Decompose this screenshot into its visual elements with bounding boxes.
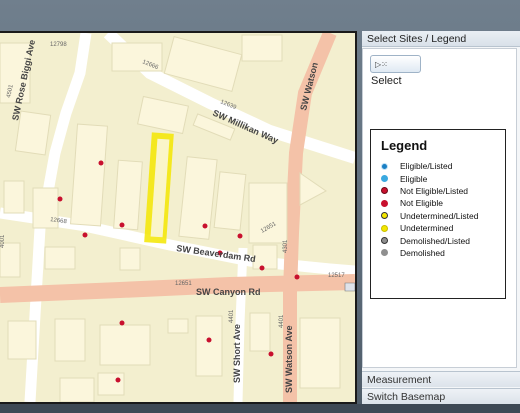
svg-text:4301: 4301	[283, 239, 289, 253]
legend-list: Eligible/Listed Eligible Not Eligible/Li…	[381, 160, 478, 259]
legend-item: Demolished/Listed	[381, 234, 478, 246]
svg-text:12517: 12517	[328, 273, 345, 279]
svg-text:4001: 4001	[0, 234, 6, 248]
eligible-symbol-icon	[381, 175, 388, 183]
demolished-symbol-icon	[381, 249, 388, 257]
tab-measurement[interactable]: Measurement	[362, 371, 520, 387]
panel-body: ▷⁙ Select Legend Eligible/Listed Eligibl…	[362, 48, 517, 368]
legend-item: Undetermined/Listed	[381, 210, 478, 222]
legend-title: Legend	[381, 138, 428, 153]
label-canyon: SW Canyon Rd	[196, 287, 261, 297]
not-eligible-listed-symbol-icon	[381, 187, 388, 195]
pointer-cursor-icon: ▷⁙	[375, 60, 388, 69]
legend-item: Demolished	[381, 247, 478, 259]
legend-item: Not Eligible	[381, 197, 478, 209]
svg-text:12651: 12651	[175, 281, 192, 287]
map-canvas[interactable]: SW Rose Biggi Ave SW Millikan Way SW Bea…	[0, 33, 355, 402]
eligible-listed-symbol-icon	[381, 162, 388, 170]
select-button[interactable]: ▷⁙ Select	[370, 55, 421, 87]
svg-text:12798: 12798	[50, 42, 67, 48]
demolished-listed-symbol-icon	[381, 237, 388, 245]
tab-switch-basemap[interactable]: Switch Basemap	[362, 388, 520, 404]
legend-box: Legend Eligible/Listed Eligible Not Elig…	[370, 129, 506, 299]
side-panel: Select Sites / Legend ▷⁙ Select Legend E…	[362, 31, 520, 406]
undetermined-symbol-icon	[381, 224, 388, 232]
panel-header-select-sites-legend[interactable]: Select Sites / Legend	[362, 31, 520, 47]
select-button-label: Select	[371, 75, 402, 87]
map-view[interactable]: SW Rose Biggi Ave SW Millikan Way SW Bea…	[0, 31, 357, 404]
svg-text:4401: 4401	[229, 309, 235, 323]
legend-item: Eligible/Listed	[381, 160, 478, 172]
legend-item: Not Eligible/Listed	[381, 185, 478, 197]
label-watson-bottom: SW Watson Ave	[284, 325, 294, 393]
undetermined-listed-symbol-icon	[381, 212, 388, 220]
bottom-strip	[0, 404, 520, 413]
not-eligible-symbol-icon	[381, 199, 388, 207]
legend-item: Eligible	[381, 172, 478, 184]
svg-text:4401: 4401	[279, 314, 285, 328]
label-short: SW Short Ave	[232, 324, 242, 383]
legend-item: Undetermined	[381, 222, 478, 234]
